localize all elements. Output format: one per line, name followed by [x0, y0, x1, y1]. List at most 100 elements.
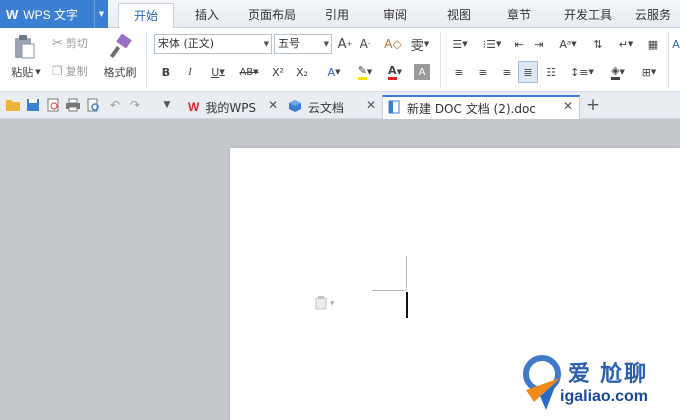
wps-logo-icon: W: [6, 6, 18, 22]
copy-icon: ❐: [52, 64, 63, 78]
tab-references[interactable]: 引用: [314, 0, 360, 28]
distributed-align-icon[interactable]: ☷: [542, 62, 560, 82]
font-size-value: 五号: [278, 37, 300, 50]
tab-cloud-docs[interactable]: 云文档 ✕: [284, 95, 382, 119]
watermark-emblem-icon: [523, 355, 561, 410]
menu-bar: W WPS 文字 ▼ 开始 插入 页面布局 引用 审阅 视图 章节 开发工具 云…: [0, 0, 680, 29]
shrink-font-icon[interactable]: A-: [356, 34, 374, 54]
justify-icon[interactable]: ≣: [518, 61, 538, 83]
tab-new-document[interactable]: 新建 DOC 文档 (2).doc ✕: [382, 95, 580, 119]
customize-toolbar-icon[interactable]: ▼: [158, 96, 176, 114]
margin-corner-mark: [406, 256, 407, 290]
close-icon[interactable]: ✕: [563, 99, 573, 113]
change-case-icon[interactable]: Aᵃ ▼: [554, 34, 582, 54]
bold-button[interactable]: B: [158, 62, 174, 82]
superscript-button[interactable]: X²: [268, 62, 288, 82]
ribbon-toolbar: 粘贴 ▼ ✂ 剪切 ❐ 复制 格式刷 宋体 (正文) ▼ 五号 ▼ A + A- A◇ …: [0, 28, 680, 92]
font-name-select[interactable]: 宋体 (正文) ▼: [154, 34, 272, 54]
shading-icon[interactable]: ◈ ▼: [604, 62, 632, 82]
show-marks-icon[interactable]: ↵ ▼: [614, 34, 638, 54]
app-name: WPS 文字: [23, 7, 78, 22]
align-center-icon[interactable]: ≡: [474, 62, 492, 82]
tab-insert[interactable]: 插入: [184, 0, 230, 28]
italic-button[interactable]: I: [182, 62, 198, 82]
grow-font-icon[interactable]: A +: [336, 34, 354, 54]
cut-label: 剪切: [65, 37, 88, 50]
cut-button[interactable]: ✂ 剪切: [52, 34, 98, 52]
export-pdf-icon[interactable]: [44, 96, 62, 114]
tab-home[interactable]: 开始: [118, 3, 174, 29]
watermark-text: 爱 尬聊: [568, 361, 649, 386]
doc-icon: [387, 100, 401, 117]
char-shading-icon[interactable]: A: [414, 64, 430, 80]
phonetic-guide-icon[interactable]: 雯 ▼: [408, 34, 432, 54]
bullets-icon[interactable]: ☰ ▼: [446, 34, 474, 54]
highlight-icon[interactable]: ✎ ▼: [352, 62, 378, 82]
chevron-down-icon: ▼: [330, 299, 335, 307]
font-color-button[interactable]: A ▼: [382, 62, 408, 82]
watermark-url: igaliao.com: [560, 388, 649, 405]
paste-options-icon: [315, 296, 327, 310]
tab-developer[interactable]: 开发工具: [556, 0, 620, 28]
copy-button[interactable]: ❐ 复制: [52, 62, 98, 80]
clear-format-icon[interactable]: A◇: [382, 34, 404, 54]
save-icon[interactable]: [24, 96, 42, 114]
divider: [668, 32, 669, 88]
paste-label: 粘贴: [11, 66, 34, 79]
font-color-letter: A: [388, 64, 397, 80]
tab-bar: ↶ ↷ ▼ W 我的WPS ✕ 云文档 ✕ 新建 DOC 文档 (2).doc …: [0, 92, 680, 119]
text-effect-icon[interactable]: A ▼: [320, 62, 348, 82]
tab-label: 新建 DOC 文档 (2).doc: [407, 101, 536, 116]
increase-indent-icon[interactable]: ⇥: [530, 34, 548, 54]
chevron-down-icon: ▼: [323, 40, 329, 48]
tab-my-wps[interactable]: W 我的WPS ✕: [184, 95, 284, 119]
brush-icon[interactable]: [106, 32, 136, 62]
format-painter-button[interactable]: 格式刷: [100, 64, 140, 80]
app-menu-button[interactable]: W WPS 文字 ▼: [0, 0, 108, 28]
margin-corner-mark: [372, 290, 406, 291]
strike-label: AB: [239, 66, 254, 78]
redo-icon[interactable]: ↷: [126, 96, 144, 114]
font-size-select[interactable]: 五号 ▼: [274, 34, 332, 54]
line-spacing-icon[interactable]: ↕≡ ▼: [568, 62, 596, 82]
font-name-value: 宋体 (正文): [158, 37, 215, 50]
new-tab-button[interactable]: +: [584, 95, 602, 115]
tab-cloud-services[interactable]: 云服务: [626, 0, 680, 28]
underline-button[interactable]: U ▼: [206, 62, 230, 82]
align-left-icon[interactable]: ≡: [450, 62, 468, 82]
tab-page-layout[interactable]: 页面布局: [240, 0, 304, 28]
watermark-logo: 爱 尬聊 igaliao.com: [516, 346, 680, 420]
strikethrough-button[interactable]: AB ▼: [234, 62, 264, 82]
close-icon[interactable]: ✕: [366, 98, 376, 112]
undo-icon[interactable]: ↶: [106, 96, 124, 114]
decrease-indent-icon[interactable]: ⇤: [510, 34, 528, 54]
subscript-button[interactable]: X₂: [292, 62, 312, 82]
borders-icon[interactable]: ⊞ ▼: [636, 62, 662, 82]
paste-icon[interactable]: [10, 32, 38, 62]
text-caret: [406, 292, 408, 318]
paste-button[interactable]: 粘贴 ▼: [6, 64, 46, 80]
underline-label: U: [211, 65, 220, 79]
tab-review[interactable]: 审阅: [372, 0, 418, 28]
scissors-icon: ✂: [52, 35, 63, 51]
close-icon[interactable]: ✕: [268, 98, 278, 112]
cloud-doc-icon: [288, 99, 302, 116]
tab-view[interactable]: 视图: [436, 0, 482, 28]
print-icon[interactable]: [64, 96, 82, 114]
tab-label: 我的WPS: [205, 100, 257, 115]
chevron-down-icon[interactable]: ▼: [94, 0, 108, 28]
wps-logo-icon: W: [188, 100, 200, 114]
align-right-icon[interactable]: ≡: [498, 62, 516, 82]
sort-icon[interactable]: ⇅: [588, 34, 608, 54]
open-folder-icon[interactable]: [4, 96, 22, 114]
divider: [146, 32, 147, 88]
table-icon[interactable]: ▦: [644, 34, 662, 54]
chevron-down-icon: ▼: [263, 40, 269, 48]
tab-label: 云文档: [308, 100, 345, 115]
copy-label: 复制: [65, 65, 88, 78]
numbering-icon[interactable]: ⁝☰ ▼: [478, 34, 506, 54]
tab-sections[interactable]: 章节: [496, 0, 542, 28]
style-gallery-icon[interactable]: A: [672, 34, 680, 54]
print-preview-icon[interactable]: [84, 96, 102, 114]
paste-options-button[interactable]: ▼: [315, 296, 335, 310]
